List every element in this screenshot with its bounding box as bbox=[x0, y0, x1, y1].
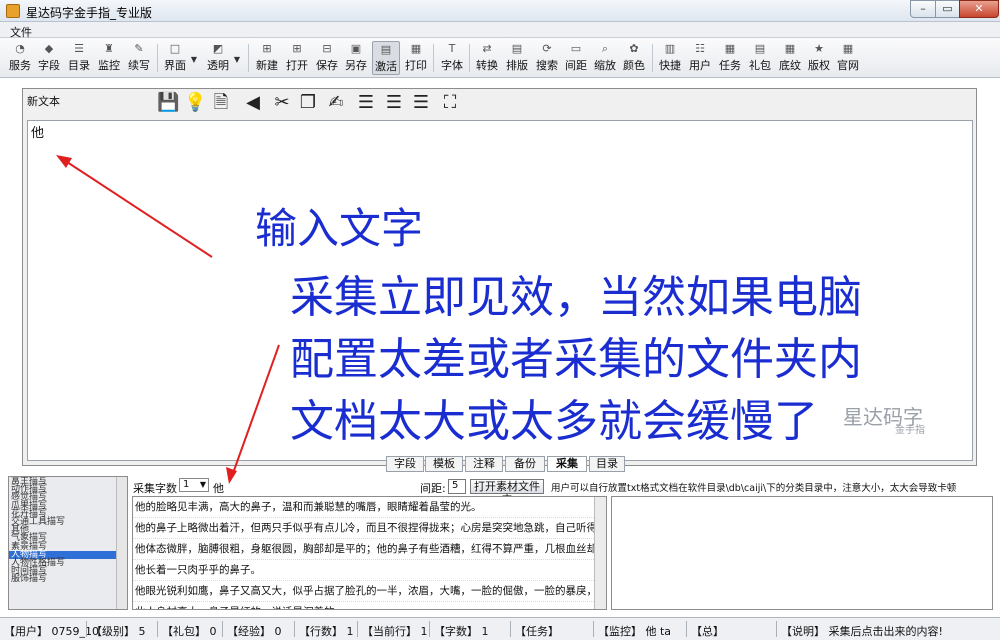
interval-label: 间距: bbox=[420, 482, 446, 495]
status-user: 【用户】 0759_10 bbox=[4, 625, 99, 638]
arrowhead-icon bbox=[56, 155, 72, 168]
result-item[interactable]: 他体态微胖，脑膊很粗，身躯很圆，胸部却是平的；他的鼻子有些酒糟，红得不算严重，几… bbox=[133, 539, 606, 560]
tab-template[interactable]: 模板 bbox=[425, 456, 463, 472]
status-divider bbox=[776, 621, 777, 637]
interval-input[interactable]: 5 bbox=[448, 479, 466, 494]
tab-field[interactable]: 字段 bbox=[386, 456, 424, 472]
preview-panel[interactable] bbox=[611, 496, 993, 610]
status-divider bbox=[593, 621, 594, 637]
status-divider bbox=[357, 621, 358, 637]
collect-keyword: 他 bbox=[213, 482, 224, 495]
collect-results: 他的脸略见丰满，高大的鼻子，温和而兼聪慧的嘴唇，眼睛耀着晶莹的光。 他的鼻子上略… bbox=[132, 496, 607, 610]
status-total: 【总】 bbox=[691, 625, 724, 638]
status-task: 【任务】 bbox=[515, 625, 559, 638]
result-item[interactable]: 他长着一只肉乎乎的鼻子。 bbox=[133, 560, 606, 581]
tab-collect[interactable]: 采集 bbox=[547, 456, 587, 472]
category-scrollbar[interactable] bbox=[116, 477, 127, 609]
result-item[interactable]: 此人身材高大，鼻子是红的，说话是沉着的。 bbox=[133, 602, 606, 609]
status-note: 【说明】 采集后点击出来的内容! bbox=[781, 625, 943, 638]
category-list: 富主描写 动作描写 感觉描写 瓜果描写 花卉描写 交通工具描写 其他 气象描写 … bbox=[8, 476, 128, 610]
chevron-down-icon[interactable]: ▼ bbox=[200, 480, 206, 489]
result-item[interactable]: 他的脸略见丰满，高大的鼻子，温和而兼聪慧的嘴唇，眼睛耀着晶莹的光。 bbox=[133, 497, 606, 518]
results-scrollbar[interactable] bbox=[594, 497, 606, 609]
status-divider bbox=[294, 621, 295, 637]
arrow-line bbox=[231, 344, 280, 477]
arrow-line bbox=[63, 159, 213, 258]
status-divider bbox=[510, 621, 511, 637]
status-divider bbox=[86, 621, 87, 637]
status-experience: 【经验】 0 bbox=[227, 625, 282, 638]
list-item[interactable]: 服饰描写 bbox=[9, 575, 127, 584]
open-material-folder-button[interactable]: 打开素材文件夹 bbox=[470, 479, 544, 506]
annotation-line: 配置太差或者采集的文件夹内 bbox=[290, 334, 862, 385]
collect-count-select[interactable]: 1 ▼ bbox=[179, 478, 209, 492]
tab-catalog[interactable]: 目录 bbox=[589, 456, 625, 472]
status-gift: 【礼包】 0 bbox=[162, 625, 217, 638]
status-bar: 【用户】 0759_10 【级别】 5 【礼包】 0 【经验】 0 【行数】 1… bbox=[0, 617, 1000, 640]
status-monitor: 【监控】 他 ta bbox=[598, 625, 672, 638]
status-divider bbox=[157, 621, 158, 637]
result-item[interactable]: 他眼光锐利如鹰，鼻子又高又大，似乎占据了脸孔的一半，浓眉，大嘴，一脸的倔傲，一脸… bbox=[133, 581, 606, 602]
status-divider bbox=[686, 621, 687, 637]
annotation-input-text: 输入文字 bbox=[255, 204, 424, 253]
tab-backup[interactable]: 备份 bbox=[505, 456, 545, 472]
status-divider bbox=[429, 621, 430, 637]
status-current-line: 【当前行】 1 bbox=[362, 625, 428, 638]
tab-notes[interactable]: 注释 bbox=[465, 456, 503, 472]
collect-hint: 用户可以自行放置txt格式文档在软件目录\db\caiji\下的分类目录中，注意… bbox=[551, 483, 957, 494]
collect-count-label: 采集字数 bbox=[133, 482, 177, 495]
status-level: 【级别】 5 bbox=[91, 625, 146, 638]
status-divider bbox=[222, 621, 223, 637]
result-item[interactable]: 他的鼻子上略微出着汗，但两只手似乎有点儿冷，而且不很捏得拢来；心房是突突地急跳，… bbox=[133, 518, 606, 539]
watermark-subtitle: 金手指 bbox=[895, 425, 925, 436]
status-word-count: 【字数】 1 bbox=[434, 625, 489, 638]
status-lines: 【行数】 1 bbox=[299, 625, 354, 638]
annotation-line: 采集立即见效，当然如果电脑 bbox=[290, 272, 862, 323]
